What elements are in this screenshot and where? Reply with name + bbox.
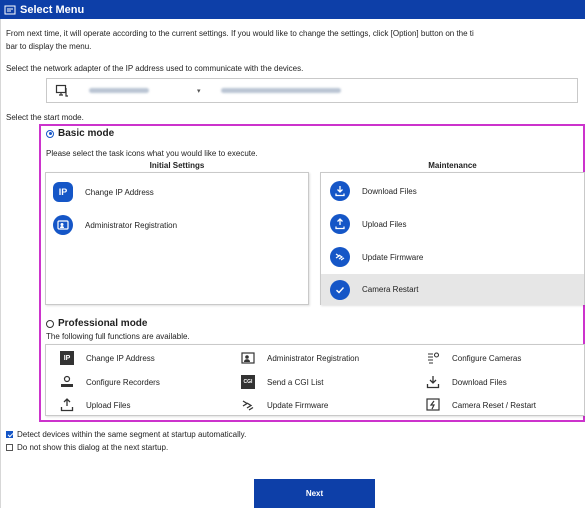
initial-settings-heading: Initial Settings <box>149 161 205 170</box>
intro-line-1: From next time, it will operate accordin… <box>6 29 474 38</box>
task-change-ip-address[interactable]: IP Change IP Address <box>53 182 154 202</box>
maintenance-panel: Download Files Upload Files Update Firmw… <box>320 172 585 305</box>
admin-icon <box>241 351 255 365</box>
task-label: Administrator Registration <box>85 220 178 230</box>
firmware-icon <box>241 398 255 412</box>
left-border <box>0 19 1 508</box>
download-icon <box>330 181 350 201</box>
function-label: Configure Cameras <box>452 353 522 363</box>
download-icon <box>426 375 440 389</box>
basic-mode-radio[interactable]: Basic mode <box>46 128 114 139</box>
task-camera-restart[interactable]: Camera Restart <box>321 274 584 305</box>
function-label: Download Files <box>452 377 507 387</box>
network-adapter-select[interactable]: ▾ <box>46 78 578 103</box>
maintenance-heading: Maintenance <box>428 161 477 170</box>
function-administrator-registration[interactable]: Administrator Registration <box>241 351 359 365</box>
function-camera-reset-restart[interactable]: Camera Reset / Restart <box>426 398 536 412</box>
app-icon <box>4 5 16 14</box>
function-label: Upload Files <box>86 400 131 410</box>
professional-functions-panel: IP Change IP Address Administrator Regis… <box>45 344 585 416</box>
checkbox-unchecked-icon <box>6 444 13 451</box>
professional-mode-instruction: The following full functions are availab… <box>46 332 190 341</box>
task-label: Change IP Address <box>85 187 154 197</box>
basic-mode-instruction: Please select the task icons what you wo… <box>46 149 258 158</box>
basic-mode-label: Basic mode <box>58 128 115 139</box>
function-upload-files[interactable]: Upload Files <box>60 398 130 412</box>
checkbox-checked-icon <box>6 431 13 438</box>
function-update-firmware[interactable]: Update Firmware <box>241 398 328 412</box>
function-configure-cameras[interactable]: Configure Cameras <box>426 351 521 365</box>
professional-mode-label: Professional mode <box>58 318 148 329</box>
function-label: Camera Reset / Restart <box>452 400 537 410</box>
function-label: Configure Recorders <box>86 377 160 387</box>
detect-devices-checkbox[interactable]: Detect devices within the same segment a… <box>6 430 246 439</box>
task-upload-files[interactable]: Upload Files <box>330 214 406 234</box>
adapter-nic-name <box>220 88 341 93</box>
task-download-files[interactable]: Download Files <box>330 181 417 201</box>
computer-icon <box>55 84 68 97</box>
reset-icon <box>426 398 440 412</box>
cgi-icon: CGI <box>241 375 255 389</box>
upload-icon <box>60 398 74 412</box>
camera-config-icon <box>426 351 440 365</box>
intro-text: From next time, it will operate accordin… <box>6 27 582 53</box>
function-label: Update Firmware <box>267 400 329 410</box>
task-update-firmware[interactable]: Update Firmware <box>330 247 423 267</box>
function-download-files[interactable]: Download Files <box>426 375 507 389</box>
initial-settings-panel: IP Change IP Address Administrator Regis… <box>45 172 309 305</box>
next-button[interactable]: Next <box>254 479 375 508</box>
function-change-ip-address[interactable]: IP Change IP Address <box>60 351 155 365</box>
start-mode-label: Select the start mode. <box>6 113 84 122</box>
adapter-ip <box>89 88 149 93</box>
do-not-show-label: Do not show this dialog at the next star… <box>17 443 169 452</box>
function-label: Change IP Address <box>86 353 155 363</box>
task-administrator-registration[interactable]: Administrator Registration <box>53 215 177 235</box>
task-label: Camera Restart <box>362 285 419 294</box>
do-not-show-checkbox[interactable]: Do not show this dialog at the next star… <box>6 443 168 452</box>
function-send-cgi-list[interactable]: CGI Send a CGI List <box>241 375 323 389</box>
function-label: Send a CGI List <box>267 377 324 387</box>
recorder-config-icon <box>60 375 74 389</box>
radio-unselected-icon <box>46 319 54 328</box>
chevron-down-icon[interactable]: ▾ <box>197 87 201 95</box>
ip-icon: IP <box>60 351 74 365</box>
function-configure-recorders[interactable]: Configure Recorders <box>60 375 160 389</box>
intro-line-2: bar to display the menu. <box>6 42 92 51</box>
adapter-label: Select the network adapter of the IP add… <box>6 64 304 73</box>
task-label: Upload Files <box>362 219 407 229</box>
radio-selected-icon <box>46 129 54 138</box>
window-title: Select Menu <box>20 3 85 16</box>
firmware-icon <box>330 247 350 267</box>
task-label: Update Firmware <box>362 252 424 262</box>
title-bar: Select Menu <box>0 0 585 19</box>
upload-icon <box>330 214 350 234</box>
check-icon <box>330 279 350 300</box>
detect-devices-label: Detect devices within the same segment a… <box>17 430 247 439</box>
ip-icon: IP <box>53 182 73 202</box>
professional-mode-radio[interactable]: Professional mode <box>46 318 147 329</box>
task-label: Download Files <box>362 186 417 196</box>
function-label: Administrator Registration <box>267 353 360 363</box>
admin-icon <box>53 215 73 235</box>
